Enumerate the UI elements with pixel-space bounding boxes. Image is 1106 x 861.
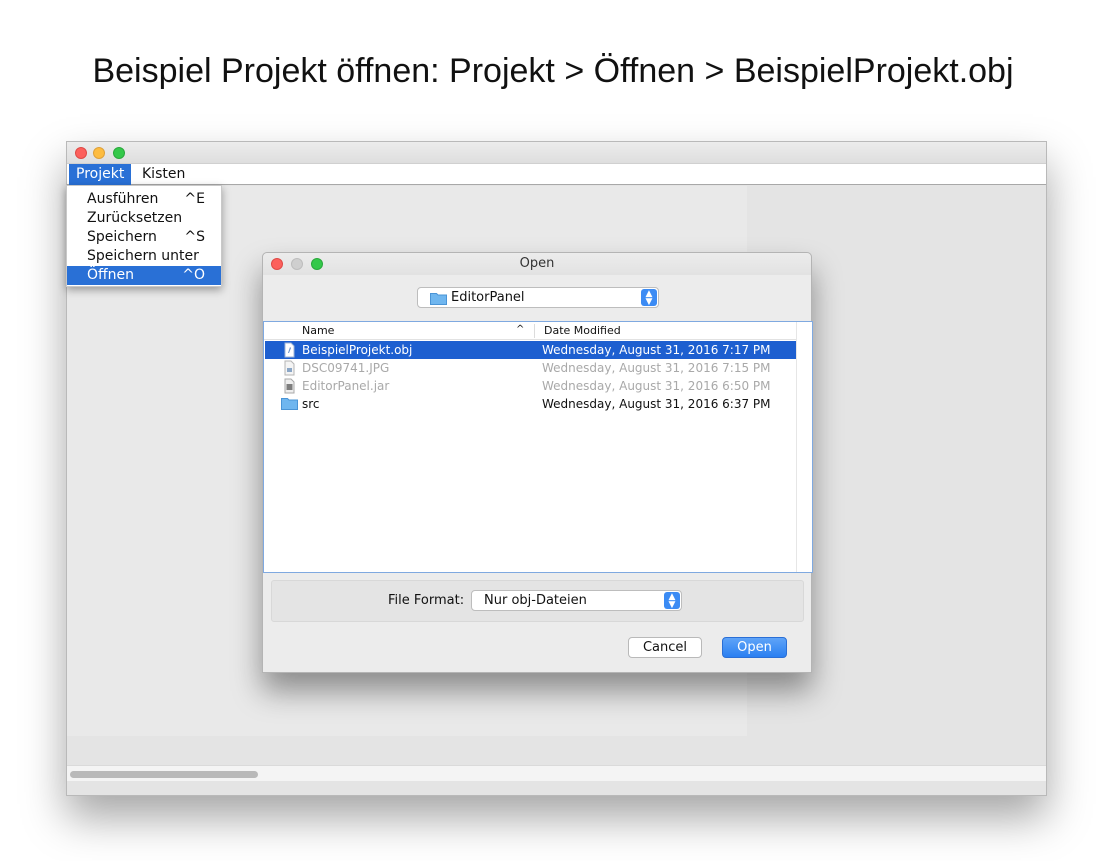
menu-item-zuruecksetzen[interactable]: Zurücksetzen <box>67 209 221 228</box>
minimize-button[interactable] <box>93 147 105 159</box>
menu-bar: Projekt Kisten <box>67 164 1046 185</box>
menu-item-label: Zurücksetzen <box>87 210 183 226</box>
horizontal-scrollbar[interactable] <box>67 765 1046 781</box>
folder-icon <box>430 293 447 305</box>
file-list[interactable]: Name ^ Date Modified BeispielProjekt.obj… <box>263 321 813 573</box>
window-titlebar <box>67 142 1046 164</box>
menu-item-shortcut: ^O <box>182 267 205 283</box>
menu-item-speichern-unter[interactable]: Speichern unter <box>67 247 221 266</box>
file-name: DSC09741.JPG <box>302 361 390 375</box>
file-format-bar: File Format: Nur obj-Dateien ▲ ▼ <box>271 580 804 622</box>
scrollbar-thumb[interactable] <box>70 771 258 778</box>
file-name: src <box>302 397 320 411</box>
file-date: Wednesday, August 31, 2016 6:50 PM <box>542 379 771 393</box>
menu-item-shortcut: ^S <box>184 229 205 245</box>
file-date: Wednesday, August 31, 2016 6:37 PM <box>542 397 771 411</box>
column-separator <box>534 324 535 338</box>
chevron-updown-icon: ▲ ▼ <box>664 592 680 610</box>
open-dialog: Open EditorPanel ▲ ▼ Name ^ Date Modified… <box>262 252 813 673</box>
file-name: EditorPanel.jar <box>302 379 390 393</box>
dialog-titlebar: Open <box>263 253 811 275</box>
projekt-menu-dropdown: Ausführen ^E Zurücksetzen Speichern ^S S… <box>66 185 222 287</box>
folder-icon <box>281 398 298 410</box>
open-button[interactable]: Open <box>722 637 787 658</box>
menu-kisten[interactable]: Kisten <box>135 164 192 185</box>
close-button[interactable] <box>75 147 87 159</box>
page-caption: Beispiel Projekt öffnen: Projekt > Öffne… <box>92 52 1014 90</box>
menu-item-label: Speichern <box>87 229 157 245</box>
cancel-button[interactable]: Cancel <box>628 637 702 658</box>
zoom-button[interactable] <box>113 147 125 159</box>
file-list-header: Name ^ Date Modified <box>264 322 796 340</box>
file-row: EditorPanel.jar Wednesday, August 31, 20… <box>265 377 796 395</box>
column-header-name[interactable]: Name <box>302 324 334 337</box>
menu-item-oeffnen[interactable]: Öffnen ^O <box>67 266 221 285</box>
menu-item-label: Ausführen <box>87 191 159 207</box>
menu-item-speichern[interactable]: Speichern ^S <box>67 228 221 247</box>
file-date: Wednesday, August 31, 2016 7:15 PM <box>542 361 771 375</box>
file-row: DSC09741.JPG Wednesday, August 31, 2016 … <box>265 359 796 377</box>
jar-file-icon <box>284 378 295 394</box>
file-format-popup[interactable]: Nur obj-Dateien ▲ ▼ <box>471 590 682 611</box>
file-row[interactable]: BeispielProjekt.obj Wednesday, August 31… <box>265 341 796 359</box>
menu-item-label: Speichern unter <box>87 248 199 264</box>
sort-ascending-icon: ^ <box>516 324 525 335</box>
folder-popup-label: EditorPanel <box>451 290 525 305</box>
file-format-label: File Format: <box>388 593 465 608</box>
menu-item-ausfuehren[interactable]: Ausführen ^E <box>67 190 221 209</box>
document-icon <box>284 342 295 358</box>
dialog-title: Open <box>519 256 555 271</box>
file-format-value: Nur obj-Dateien <box>484 593 587 608</box>
image-file-icon <box>284 360 295 376</box>
file-date: Wednesday, August 31, 2016 7:17 PM <box>542 343 771 357</box>
menu-projekt[interactable]: Projekt <box>69 164 132 185</box>
file-row[interactable]: src Wednesday, August 31, 2016 6:37 PM <box>265 395 796 413</box>
menu-item-shortcut: ^E <box>184 191 205 207</box>
menu-item-label: Öffnen <box>87 267 135 283</box>
file-name: BeispielProjekt.obj <box>302 343 413 357</box>
folder-location-popup[interactable]: EditorPanel ▲ ▼ <box>417 287 659 308</box>
column-header-date[interactable]: Date Modified <box>544 324 621 337</box>
column-divider <box>796 322 797 572</box>
chevron-updown-icon: ▲ ▼ <box>641 289 657 307</box>
